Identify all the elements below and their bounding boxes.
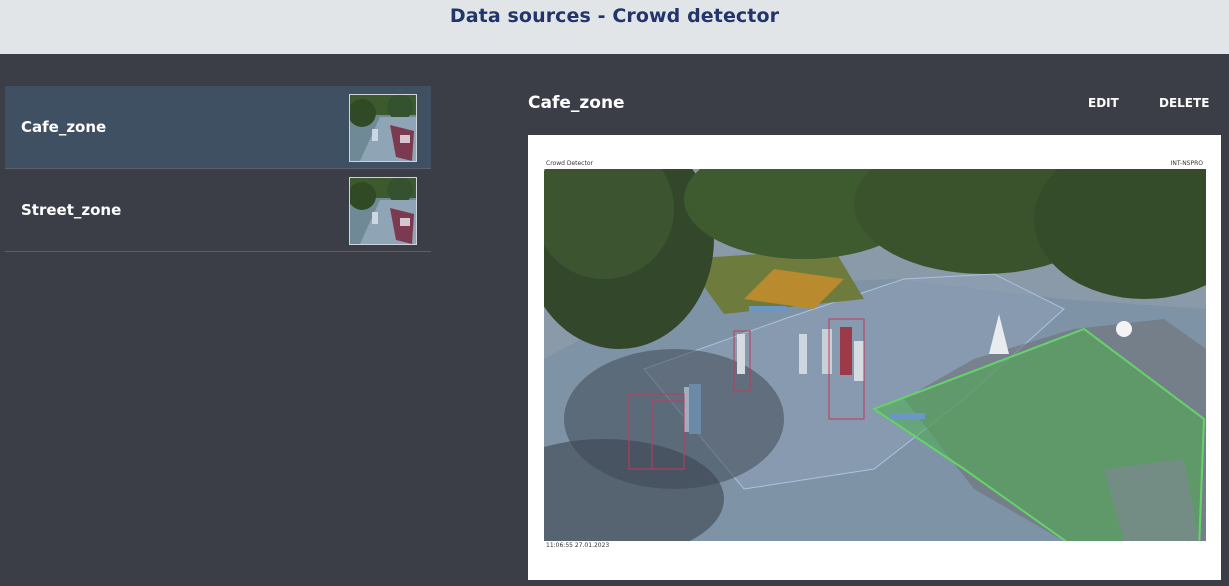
preview-caption-left: Crowd Detector (546, 160, 593, 167)
detail-title: Cafe_zone (528, 93, 625, 113)
preview-caption-right: INT-NSPRO (1170, 160, 1203, 167)
page-title: Data sources - Crowd detector (449, 5, 780, 27)
source-label: Street_zone (21, 201, 122, 219)
source-label: Cafe_zone (21, 118, 107, 136)
preview-timestamp: 11:06:55 27.01.2023 (546, 542, 610, 549)
header-bar: Data sources - Crowd detector (0, 0, 1229, 54)
source-thumbnail (349, 94, 417, 162)
source-item-cafe-zone[interactable]: Cafe_zone (5, 86, 431, 169)
source-thumbnail (349, 177, 417, 245)
sources-list: Cafe_zone Street_zone (5, 86, 431, 252)
camera-preview: Crowd Detector INT-NSPRO 11:06:55 27.01.… (528, 135, 1221, 580)
edit-button[interactable]: EDIT (1088, 96, 1119, 110)
source-item-street-zone[interactable]: Street_zone (5, 169, 431, 252)
camera-frame (544, 169, 1206, 541)
delete-button[interactable]: DELETE (1159, 96, 1209, 110)
